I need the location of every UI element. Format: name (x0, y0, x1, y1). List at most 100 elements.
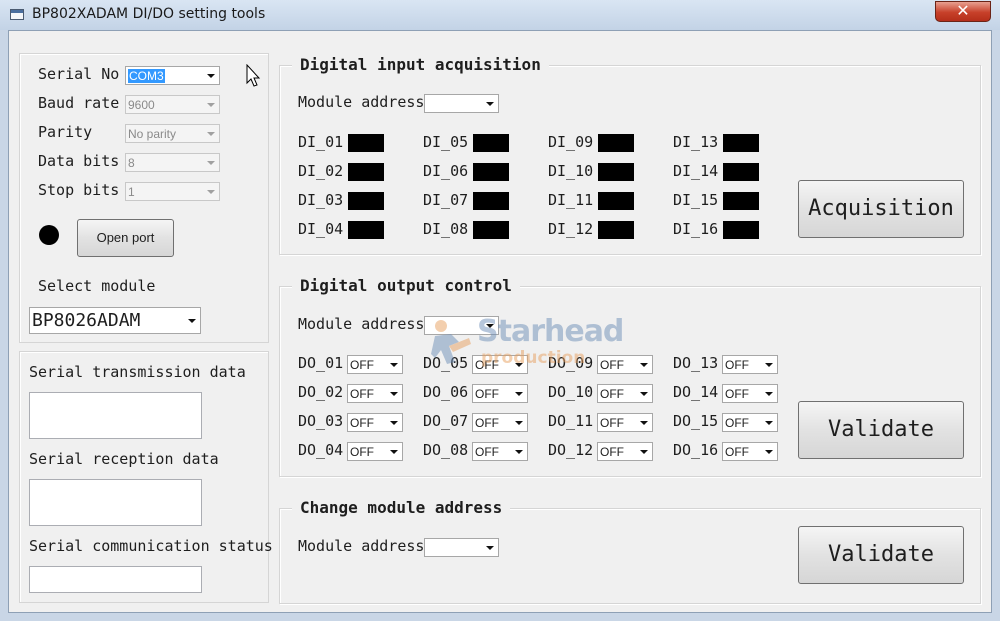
do-state-value: OFF (600, 358, 624, 372)
mouse-cursor-icon (246, 64, 261, 87)
do-state-select[interactable]: OFF (472, 413, 528, 432)
baud-rate-select[interactable]: 9600 (125, 95, 220, 114)
do-label: DO_02 (298, 383, 344, 401)
close-button[interactable]: ✕ (935, 1, 991, 22)
chevron-down-icon[interactable] (203, 68, 218, 83)
do-group-title: Digital output control (292, 276, 520, 295)
chevron-down-icon[interactable] (386, 386, 401, 401)
chevron-down-icon[interactable] (482, 318, 497, 333)
do-state-select[interactable]: OFF (347, 384, 403, 403)
do-state-select[interactable]: OFF (722, 442, 778, 461)
data-bits-select[interactable]: 8 (125, 153, 220, 172)
serial-transmission-field[interactable] (29, 392, 202, 439)
do-state-select[interactable]: OFF (472, 384, 528, 403)
serial-reception-label: Serial reception data (29, 450, 219, 468)
data-bits-value: 8 (128, 156, 135, 170)
chevron-down-icon[interactable] (482, 540, 497, 555)
serial-no-label: Serial No (38, 65, 120, 83)
do-state-select[interactable]: OFF (597, 384, 653, 403)
do-state-value: OFF (600, 416, 624, 430)
chevron-down-icon[interactable] (761, 415, 776, 430)
do-state-select[interactable]: OFF (722, 413, 778, 432)
do-module-address-select[interactable] (424, 316, 499, 335)
baud-rate-value: 9600 (128, 98, 155, 112)
do-validate-button[interactable]: Validate (798, 401, 964, 459)
chevron-down-icon[interactable] (636, 357, 651, 372)
do-label: DO_01 (298, 354, 344, 372)
di-module-address-select[interactable] (424, 94, 499, 113)
serial-no-select[interactable]: COM3 (125, 66, 220, 85)
addr-validate-button[interactable]: Validate (798, 526, 964, 584)
chevron-down-icon[interactable] (636, 386, 651, 401)
di-indicator (348, 192, 384, 210)
module-select[interactable]: BP8026ADAM (29, 307, 201, 334)
do-state-select[interactable]: OFF (472, 355, 528, 374)
di-indicator (723, 192, 759, 210)
chevron-down-icon[interactable] (203, 126, 218, 141)
parity-label: Parity (38, 123, 93, 141)
do-state-select[interactable]: OFF (347, 442, 403, 461)
chevron-down-icon[interactable] (386, 444, 401, 459)
client-area: Serial No COM3 Baud rate 9600 Parity No … (8, 30, 992, 613)
acquisition-button[interactable]: Acquisition (798, 180, 964, 238)
chevron-down-icon[interactable] (511, 415, 526, 430)
chevron-down-icon[interactable] (761, 386, 776, 401)
do-state-value: OFF (725, 416, 749, 430)
chevron-down-icon[interactable] (203, 184, 218, 199)
chevron-down-icon[interactable] (386, 357, 401, 372)
addr-group-title: Change module address (292, 498, 511, 517)
chevron-down-icon[interactable] (761, 444, 776, 459)
di-indicator (473, 134, 509, 152)
title-bar[interactable]: BP802XADAM DI/DO setting tools ✕ (0, 0, 1000, 30)
chevron-down-icon[interactable] (482, 96, 497, 111)
app-window-icon[interactable] (10, 9, 24, 20)
do-state-select[interactable]: OFF (597, 355, 653, 374)
serial-reception-field[interactable] (29, 479, 202, 526)
baud-rate-label: Baud rate (38, 94, 120, 112)
chevron-down-icon[interactable] (511, 444, 526, 459)
chevron-down-icon[interactable] (761, 357, 776, 372)
do-state-select[interactable]: OFF (347, 413, 403, 432)
di-indicator (598, 163, 634, 181)
di-label: DI_15 (673, 191, 719, 209)
serial-status-field[interactable] (29, 566, 202, 593)
do-state-select[interactable]: OFF (472, 442, 528, 461)
do-state-value: OFF (350, 358, 374, 372)
open-port-button[interactable]: Open port (77, 219, 174, 257)
do-state-select[interactable]: OFF (597, 442, 653, 461)
di-indicator (348, 221, 384, 239)
di-label: DI_05 (423, 133, 469, 151)
di-indicator (473, 163, 509, 181)
do-state-select[interactable]: OFF (722, 355, 778, 374)
chevron-down-icon[interactable] (511, 386, 526, 401)
di-module-address-label: Module address (298, 93, 425, 111)
do-state-value: OFF (600, 387, 624, 401)
chevron-down-icon[interactable] (636, 444, 651, 459)
do-state-select[interactable]: OFF (722, 384, 778, 403)
addr-module-address-select[interactable] (424, 538, 499, 557)
chevron-down-icon[interactable] (203, 97, 218, 112)
chevron-down-icon[interactable] (386, 415, 401, 430)
port-status-indicator (39, 225, 59, 245)
do-state-value: OFF (725, 358, 749, 372)
do-label: DO_13 (673, 354, 719, 372)
do-label: DO_07 (423, 412, 469, 430)
di-indicator (723, 221, 759, 239)
di-label: DI_04 (298, 220, 344, 238)
parity-select[interactable]: No parity (125, 124, 220, 143)
di-indicator (473, 192, 509, 210)
chevron-down-icon[interactable] (203, 155, 218, 170)
do-state-value: OFF (350, 445, 374, 459)
do-state-select[interactable]: OFF (597, 413, 653, 432)
do-state-select[interactable]: OFF (347, 355, 403, 374)
chevron-down-icon[interactable] (184, 313, 199, 328)
di-indicator (723, 163, 759, 181)
serial-status-label: Serial communication status (29, 537, 273, 555)
chevron-down-icon[interactable] (636, 415, 651, 430)
di-indicator (598, 134, 634, 152)
stop-bits-select[interactable]: 1 (125, 182, 220, 201)
stop-bits-value: 1 (128, 185, 135, 199)
do-label: DO_04 (298, 441, 344, 459)
stop-bits-label: Stop bits (38, 181, 120, 199)
chevron-down-icon[interactable] (511, 357, 526, 372)
